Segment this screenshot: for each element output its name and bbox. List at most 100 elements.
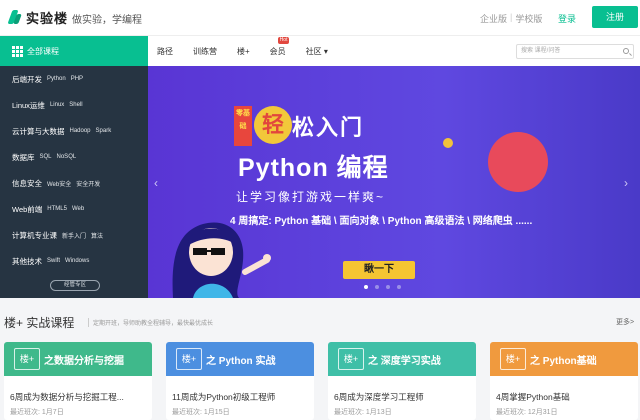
sidebar-item-label: 云计算与大数据: [12, 126, 65, 136]
carousel-dot[interactable]: [397, 285, 401, 289]
course-card[interactable]: 楼+ 之数据分析与挖掘 6周成为数据分析与挖掘工程... 最近班次: 1月7日: [4, 342, 152, 420]
business-zone-button[interactable]: 经管专区: [50, 280, 100, 291]
course-card[interactable]: 楼+ 之 Python 实战 11周成为Python初级工程师 最近班次: 1月…: [166, 342, 314, 420]
course-name: 11周成为Python初级工程师: [172, 392, 276, 402]
sidebar-sub-link[interactable]: Linux: [50, 102, 64, 108]
nav-vip[interactable]: 会员 Hot: [269, 36, 290, 57]
nav-community[interactable]: 社区 ▾: [306, 46, 328, 57]
course-meta: 最近班次: 1月13日: [328, 403, 476, 417]
louplus-icon: 楼+: [500, 348, 526, 370]
card-header-title: 之 Python 实战: [206, 355, 276, 367]
hot-badge: Hot: [277, 36, 290, 44]
sidebar-sub-link[interactable]: Web: [72, 206, 84, 212]
register-button[interactable]: 注册: [592, 6, 638, 28]
sidebar-item[interactable]: 云计算与大数据 Hadoop Spark: [0, 119, 148, 143]
carousel-dot[interactable]: [364, 285, 368, 289]
zero-basic-tag: 零基础: [234, 106, 252, 146]
sidebar-item[interactable]: Linux运维 Linux Shell: [0, 93, 148, 117]
sidebar-sub-link[interactable]: Windows: [65, 258, 89, 264]
sidebar-sub-link[interactable]: Hadoop: [70, 128, 91, 134]
sidebar-sub-link[interactable]: HTML5: [47, 206, 67, 212]
meta-label: 最近班次:: [334, 409, 364, 416]
sidebar-sub-link[interactable]: SQL: [40, 154, 52, 160]
top-header: 实验楼 做实验，学编程 企业版 | 学校版 登录 注册: [0, 0, 640, 36]
sidebar-sub-link[interactable]: PHP: [71, 76, 83, 82]
meta-date: 12月31日: [527, 409, 558, 416]
card-header: 楼+ 之数据分析与挖掘: [4, 342, 152, 376]
decor-circle: [488, 132, 548, 192]
sidebar-item[interactable]: 计算机专业课 新手入门 算法: [0, 223, 148, 247]
sidebar-sub-link[interactable]: Spark: [96, 128, 112, 134]
card-header: 楼+ 之 Python 实战: [166, 342, 314, 376]
sidebar-item[interactable]: 数据库 SQL NoSQL: [0, 145, 148, 169]
card-header: 楼+ 之 Python基础: [490, 342, 638, 376]
sidebar-item-label: Web前端: [12, 204, 43, 214]
sidebar-sub-link[interactable]: Web安全: [47, 179, 71, 188]
more-link[interactable]: 更多>: [616, 317, 634, 327]
sidebar-sub-link[interactable]: NoSQL: [57, 154, 77, 160]
search-input[interactable]: 搜索 课程/问答: [516, 44, 634, 59]
top-links: 企业版 | 学校版: [480, 12, 542, 25]
card-header-title: 之 Python基础: [530, 355, 597, 367]
nav-path[interactable]: 路径: [157, 46, 173, 57]
chevron-left-icon[interactable]: ‹: [154, 176, 158, 190]
card-header-title: 之数据分析与挖掘: [44, 355, 124, 367]
logo-icon: [8, 9, 22, 27]
all-courses-button[interactable]: 全部课程: [0, 36, 148, 66]
logo-text: 实验楼: [26, 11, 69, 26]
banner-title: 松入门: [292, 115, 365, 140]
section-title: 楼+ 实战课程: [4, 316, 75, 330]
course-meta: 最近班次: 1月7日: [4, 403, 152, 417]
all-courses-label: 全部课程: [27, 46, 59, 56]
chevron-right-icon[interactable]: ›: [624, 176, 628, 190]
carousel-dot[interactable]: [375, 285, 379, 289]
carousel-dot[interactable]: [386, 285, 390, 289]
louplus-icon: 楼+: [14, 348, 40, 370]
grid-icon: [12, 45, 23, 57]
nav-louplus[interactable]: 楼+: [237, 46, 250, 57]
course-meta: 最近班次: 12月31日: [490, 403, 638, 417]
sidebar-item[interactable]: 其他技术 Swift Windows: [0, 249, 148, 273]
sidebar-item[interactable]: 信息安全 Web安全 安全开发: [0, 171, 148, 195]
school-link[interactable]: 学校版: [515, 12, 542, 25]
meta-label: 最近班次:: [172, 409, 202, 416]
carousel-dots: [364, 285, 408, 289]
sidebar-item[interactable]: 后端开发 Python PHP: [0, 67, 148, 91]
course-card[interactable]: 楼+ 之 Python基础 4周掌握Python基础 最近班次: 12月31日: [490, 342, 638, 420]
hero-banner[interactable]: 零基础 轻 松入门 Python 编程 让学习像打游戏一样爽~ 4 周搞定: P…: [148, 66, 640, 298]
sidebar-item-label: 数据库: [12, 152, 35, 162]
login-link[interactable]: 登录: [558, 12, 576, 25]
sidebar-item-label: 信息安全: [12, 178, 42, 188]
course-name: 6周成为数据分析与挖掘工程...: [10, 392, 124, 402]
peek-button[interactable]: 瞅一下: [343, 261, 415, 279]
sidebar-sub-link[interactable]: 安全开发: [76, 179, 100, 188]
section-subtitle: 定期开班，导师助教全程辅导，最快最优成长: [88, 318, 213, 327]
sidebar-item-label: 后端开发: [12, 74, 42, 84]
meta-date: 1月13日: [365, 409, 392, 416]
sidebar-item-label: 其他技术: [12, 256, 42, 266]
sidebar-item[interactable]: Web前端 HTML5 Web: [0, 197, 148, 221]
nav-bootcamp[interactable]: 训练营: [193, 46, 217, 57]
sidebar-sub-link[interactable]: Shell: [69, 102, 82, 108]
decor-dot: [443, 138, 453, 148]
sidebar-sub-link[interactable]: 算法: [91, 231, 103, 240]
sidebar-item-label: 计算机专业课: [12, 230, 57, 240]
nav-vip-label: 会员: [269, 46, 286, 56]
logo[interactable]: 实验楼: [8, 8, 68, 27]
search-placeholder: 搜索 课程/问答: [521, 48, 561, 54]
sidebar-sub-link[interactable]: Swift: [47, 258, 60, 264]
sidebar-item-label: Linux运维: [12, 100, 45, 110]
course-meta: 最近班次: 1月15日: [166, 403, 314, 417]
student-illustration: [172, 222, 271, 298]
banner-topics: 4 周搞定: Python 基础 \ 面向对象 \ Python 高级语法 \ …: [230, 216, 533, 227]
search-icon[interactable]: [623, 48, 629, 54]
course-name: 4周掌握Python基础: [496, 392, 570, 402]
louplus-icon: 楼+: [338, 348, 364, 370]
louplus-icon: 楼+: [176, 348, 202, 370]
sidebar-sub-link[interactable]: 新手入门: [62, 231, 86, 240]
meta-date: 1月7日: [41, 409, 64, 416]
course-card[interactable]: 楼+ 之 深度学习实战 6周成为深度学习工程师 最近班次: 1月13日: [328, 342, 476, 420]
slogan: 做实验，学编程: [72, 15, 142, 26]
sidebar-sub-link[interactable]: Python: [47, 76, 66, 82]
enterprise-link[interactable]: 企业版: [480, 12, 507, 25]
